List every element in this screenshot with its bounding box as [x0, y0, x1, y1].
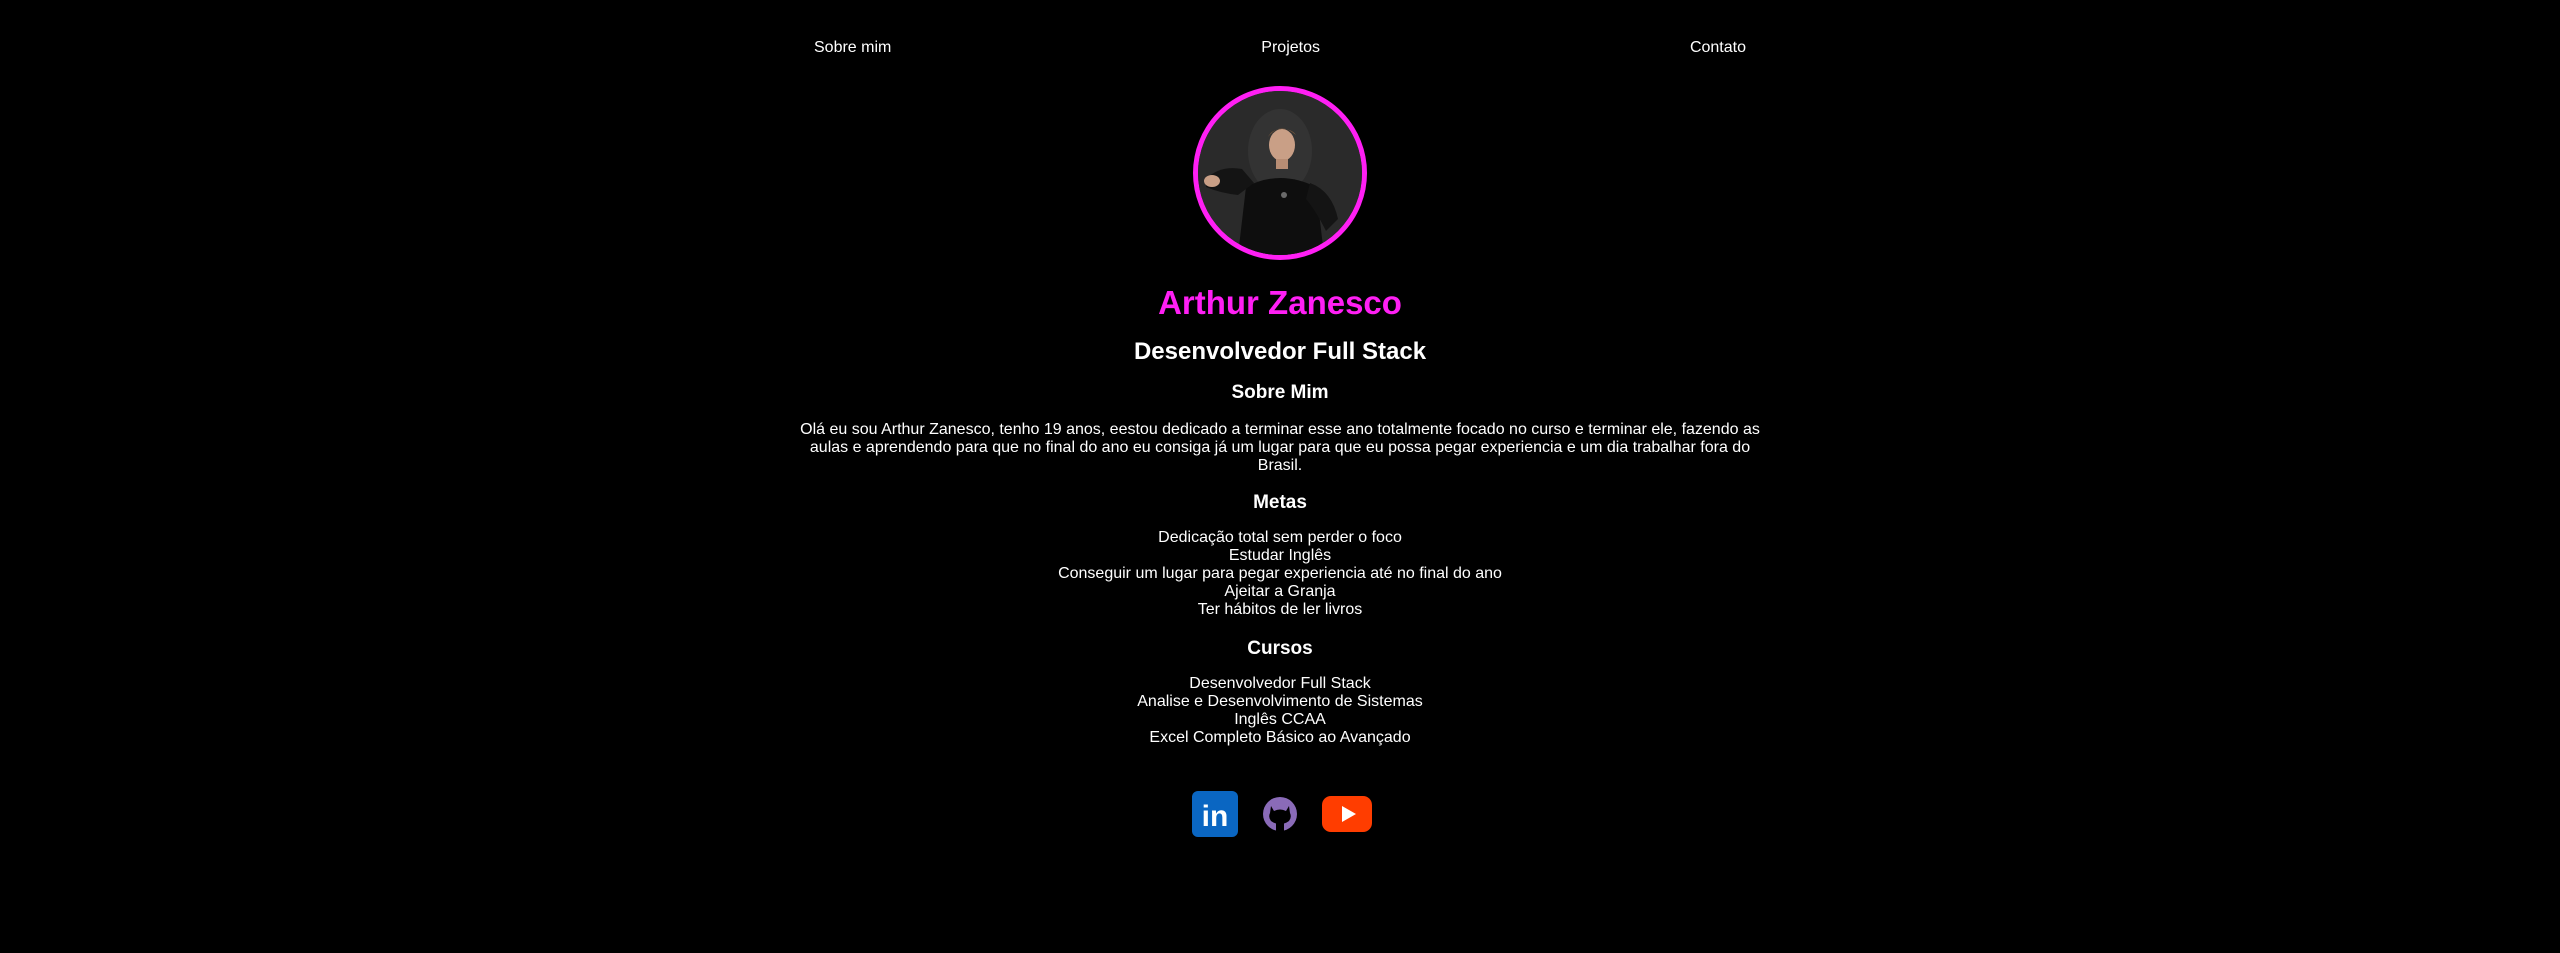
- youtube-icon: [1322, 796, 1372, 832]
- list-item: Ajeitar a Granja: [1224, 583, 1336, 600]
- nav-link-projetos[interactable]: Projetos: [1237, 39, 1344, 57]
- list-item: Inglês CCAA: [1234, 711, 1326, 728]
- profile-photo: [1198, 91, 1362, 255]
- goals-list: Dedicação total sem perder o foco Estuda…: [1058, 529, 1502, 619]
- linkedin-link[interactable]: in: [1192, 791, 1238, 837]
- courses-list: Desenvolvedor Full Stack Analise e Desen…: [1137, 675, 1422, 747]
- youtube-link[interactable]: [1322, 791, 1372, 837]
- avatar: [1193, 86, 1367, 260]
- about-title: Sobre Mim: [1231, 382, 1329, 403]
- profile-name: Arthur Zanesco: [1158, 284, 1402, 321]
- list-item: Dedicação total sem perder o foco: [1158, 529, 1402, 546]
- list-item: Excel Completo Básico ao Avançado: [1149, 729, 1411, 746]
- list-item: Analise e Desenvolvimento de Sistemas: [1137, 693, 1423, 710]
- list-item: Desenvolvedor Full Stack: [1189, 675, 1371, 692]
- linkedin-text: in: [1202, 800, 1229, 833]
- social-links: in: [1192, 791, 1372, 837]
- top-nav: Sobre mim Projetos Contato: [790, 36, 1770, 60]
- list-item: Estudar Inglês: [1228, 547, 1332, 564]
- courses-title: Cursos: [1247, 638, 1313, 659]
- about-text: Olá eu sou Arthur Zanesco, tenho 19 anos…: [800, 421, 1760, 474]
- main-content: Arthur Zanesco Desenvolvedor Full Stack …: [0, 86, 2560, 837]
- list-item: Conseguir um lugar para pegar experienci…: [1058, 565, 1502, 582]
- profile-role: Desenvolvedor Full Stack: [1133, 338, 1427, 365]
- list-item: Ter hábitos de ler livros: [1197, 601, 1363, 618]
- goals-title: Metas: [1253, 492, 1307, 513]
- github-icon: [1263, 797, 1297, 831]
- linkedin-icon: in: [1192, 791, 1238, 837]
- nav-link-contato[interactable]: Contato: [1666, 39, 1770, 57]
- nav-link-sobre-mim[interactable]: Sobre mim: [790, 39, 915, 57]
- github-link[interactable]: [1257, 791, 1303, 837]
